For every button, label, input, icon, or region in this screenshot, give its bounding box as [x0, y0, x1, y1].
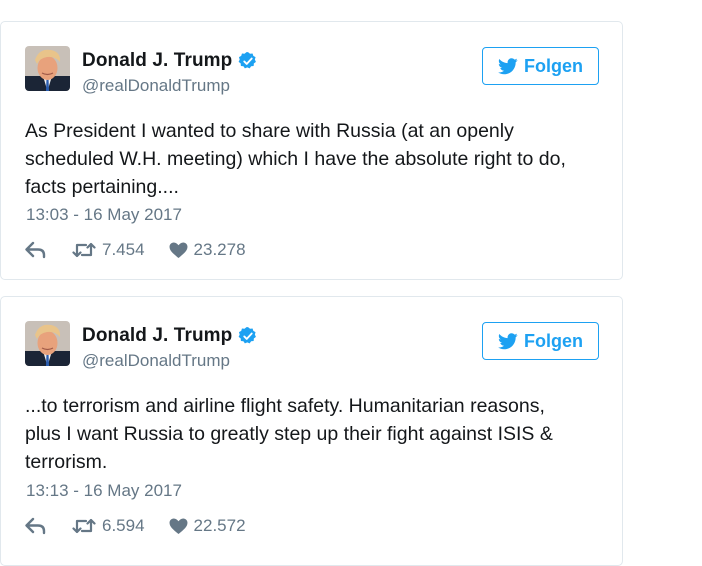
retweet-icon — [72, 242, 96, 258]
reply-icon — [25, 517, 46, 535]
tweet-actions: 7.454 23.278 — [25, 240, 246, 260]
reply-button[interactable] — [25, 517, 72, 535]
retweet-icon — [72, 518, 96, 534]
follow-button[interactable]: Folgen — [482, 322, 599, 360]
reply-button[interactable] — [25, 241, 72, 259]
retweet-count: 7.454 — [102, 240, 145, 259]
tweet-text: ...to terrorism and airline flight safet… — [25, 395, 553, 473]
twitter-bird-icon — [498, 332, 518, 349]
avatar[interactable] — [25, 46, 70, 91]
tweet-card: Donald J. Trump @realDonaldTrump Folgen … — [0, 21, 623, 280]
like-count: 22.572 — [193, 516, 246, 535]
verified-badge-icon — [238, 327, 257, 344]
like-button[interactable]: 22.572 — [169, 516, 246, 536]
like-count: 23.278 — [193, 240, 246, 259]
author-handle[interactable]: @realDonaldTrump — [82, 76, 258, 96]
tweet-timestamp[interactable]: 13:03 - 16 May 2017 — [26, 205, 182, 225]
twitter-bird-icon — [498, 57, 518, 74]
follow-label: Folgen — [524, 330, 583, 351]
retweet-button[interactable]: 6.594 — [72, 516, 145, 536]
retweet-count: 6.594 — [102, 516, 145, 535]
tweet-card: Donald J. Trump @realDonaldTrump Folgen … — [0, 296, 623, 566]
retweet-button[interactable]: 7.454 — [72, 240, 145, 260]
follow-button[interactable]: Folgen — [482, 47, 599, 85]
heart-icon — [169, 241, 188, 258]
verified-badge-icon — [238, 52, 257, 69]
like-button[interactable]: 23.278 — [169, 240, 246, 260]
tweet-actions: 6.594 22.572 — [25, 516, 246, 536]
avatar[interactable] — [25, 321, 70, 366]
reply-icon — [25, 241, 46, 259]
author-name[interactable]: Donald J. Trump — [82, 50, 232, 72]
follow-label: Folgen — [524, 55, 583, 76]
heart-icon — [169, 517, 188, 534]
tweet-author[interactable]: Donald J. Trump @realDonaldTrump — [82, 49, 258, 96]
tweet-text: As President I wanted to share with Russ… — [25, 120, 566, 198]
tweet-author[interactable]: Donald J. Trump @realDonaldTrump — [82, 324, 258, 371]
tweet-timestamp[interactable]: 13:13 - 16 May 2017 — [26, 481, 182, 501]
author-name[interactable]: Donald J. Trump — [82, 325, 232, 347]
author-handle[interactable]: @realDonaldTrump — [82, 351, 258, 371]
